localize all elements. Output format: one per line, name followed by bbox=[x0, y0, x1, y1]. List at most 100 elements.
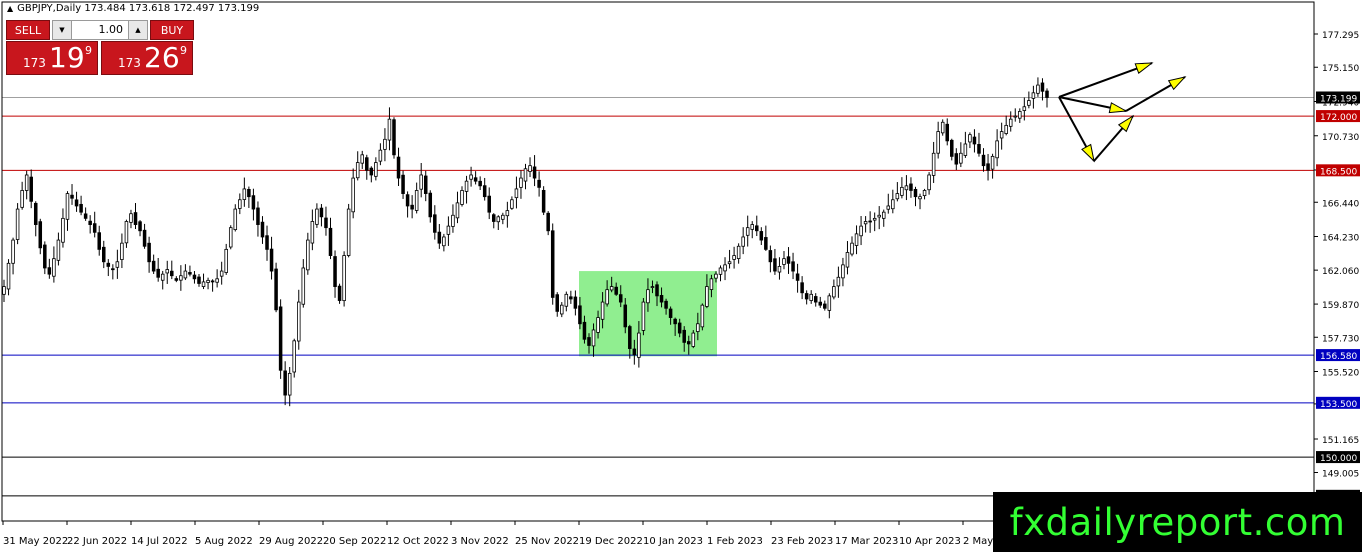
buy-price-display[interactable]: 173 26 9 bbox=[101, 41, 193, 75]
sell-price-display[interactable]: 173 19 9 bbox=[6, 41, 98, 75]
candle-body bbox=[478, 180, 482, 187]
candle-body bbox=[677, 322, 682, 334]
candle-body bbox=[61, 217, 65, 243]
sell-button[interactable]: SELL bbox=[6, 20, 50, 40]
collapse-triangle-icon[interactable]: ▲ bbox=[7, 4, 13, 13]
candle-body bbox=[283, 370, 287, 396]
symbol-ohlc-header: ▲ GBPJPY,Daily 173.484 173.618 172.497 17… bbox=[7, 3, 259, 14]
candle-body bbox=[70, 194, 74, 199]
candle-body bbox=[741, 236, 745, 247]
candle-body bbox=[682, 329, 686, 343]
candle-body bbox=[909, 183, 913, 191]
candle-body bbox=[990, 155, 995, 170]
candle-body bbox=[319, 207, 324, 218]
candle-body bbox=[419, 174, 423, 190]
y-tick-label: 170.730 bbox=[1322, 133, 1359, 143]
level-label-156.580: 156.580 bbox=[1320, 352, 1357, 362]
candle-body bbox=[138, 221, 142, 232]
buy-button[interactable]: BUY bbox=[150, 20, 194, 40]
candle-body bbox=[47, 267, 52, 275]
lot-decrease-icon[interactable]: ▼ bbox=[53, 21, 72, 39]
candle-body bbox=[414, 190, 419, 211]
candle-body bbox=[83, 213, 88, 219]
x-tick-label: 20 Sep 2022 bbox=[323, 536, 386, 547]
candle-body bbox=[759, 231, 764, 241]
candle-body bbox=[111, 268, 115, 271]
candle-body bbox=[519, 177, 523, 188]
candle-body bbox=[2, 286, 6, 295]
candle-body bbox=[614, 286, 618, 295]
candle-body bbox=[92, 223, 97, 233]
candle-body bbox=[247, 189, 251, 198]
candle-body bbox=[464, 180, 469, 192]
candle-body bbox=[1036, 84, 1040, 94]
candle-body bbox=[632, 348, 637, 356]
candle-body bbox=[655, 284, 659, 297]
lot-size-value[interactable]: 1.00 bbox=[99, 23, 124, 36]
candle-body bbox=[501, 214, 505, 220]
one-click-trading-panel: SELL ▼ 1.00 ▲ BUY 173 19 9 173 26 9 bbox=[6, 20, 194, 76]
candle-body bbox=[197, 276, 201, 284]
candle-body bbox=[97, 232, 101, 250]
candle-body bbox=[954, 153, 959, 165]
candle-body bbox=[809, 293, 813, 301]
candle-body bbox=[1031, 92, 1036, 99]
candle-body bbox=[718, 267, 723, 275]
candle-body bbox=[968, 134, 972, 143]
candle-body bbox=[1040, 82, 1045, 92]
candle-body bbox=[591, 329, 596, 347]
candle-body bbox=[709, 278, 714, 290]
candle-body bbox=[328, 227, 333, 256]
candle-body bbox=[813, 296, 818, 303]
price-chart[interactable]: 177.295175.150172.940170.730168.520166.4… bbox=[0, 0, 1362, 552]
x-tick-label: 14 Jul 2022 bbox=[131, 536, 188, 547]
candle-body bbox=[886, 205, 891, 210]
current-price-label: 173.199 bbox=[1320, 94, 1357, 104]
candle-body bbox=[351, 177, 355, 213]
candle-body bbox=[868, 220, 872, 223]
x-tick-label: 3 Nov 2022 bbox=[451, 536, 509, 547]
candle-body bbox=[278, 306, 283, 371]
candle-body bbox=[764, 237, 768, 250]
candle-body bbox=[156, 268, 160, 278]
candle-body bbox=[1013, 115, 1018, 118]
candle-body bbox=[224, 248, 228, 273]
candle-body bbox=[147, 242, 151, 263]
candle-body bbox=[818, 301, 823, 306]
candle-body bbox=[587, 337, 591, 346]
candle-body bbox=[206, 279, 210, 283]
candle-body bbox=[396, 156, 401, 179]
y-tick-label: 162.060 bbox=[1322, 267, 1359, 277]
x-tick-label: 12 Oct 2022 bbox=[387, 536, 449, 547]
lot-increase-icon[interactable]: ▲ bbox=[128, 21, 147, 39]
candle-body bbox=[777, 266, 782, 273]
candle-body bbox=[124, 221, 129, 244]
candle-body bbox=[877, 214, 881, 218]
candle-body bbox=[1027, 100, 1031, 106]
candle-body bbox=[782, 258, 786, 265]
candle-body bbox=[482, 185, 487, 198]
candle-body bbox=[650, 286, 655, 288]
candle-body bbox=[913, 188, 918, 198]
candle-body bbox=[641, 301, 646, 331]
candle-body bbox=[700, 304, 705, 328]
x-tick-label: 19 Dec 2022 bbox=[579, 536, 643, 547]
candle-body bbox=[727, 261, 732, 265]
candle-body bbox=[750, 224, 754, 230]
candle-body bbox=[24, 174, 29, 191]
lot-size-field[interactable]: ▼ 1.00 ▲ bbox=[52, 20, 148, 40]
candle-body bbox=[863, 221, 868, 225]
candle-body bbox=[659, 295, 664, 303]
candle-body bbox=[755, 225, 759, 232]
symbol-ohlc-text: GBPJPY,Daily 173.484 173.618 172.497 173… bbox=[17, 3, 260, 14]
candle-body bbox=[188, 272, 192, 275]
candle-body bbox=[904, 185, 909, 191]
watermark-logo: fxdailyreport.com bbox=[993, 492, 1362, 552]
candle-body bbox=[238, 199, 242, 209]
candle-body bbox=[723, 264, 727, 272]
level-label-172.000: 172.000 bbox=[1320, 113, 1357, 123]
candle-body bbox=[115, 261, 120, 268]
candle-body bbox=[1018, 111, 1022, 119]
candle-body bbox=[854, 233, 859, 246]
candle-body bbox=[442, 236, 446, 247]
